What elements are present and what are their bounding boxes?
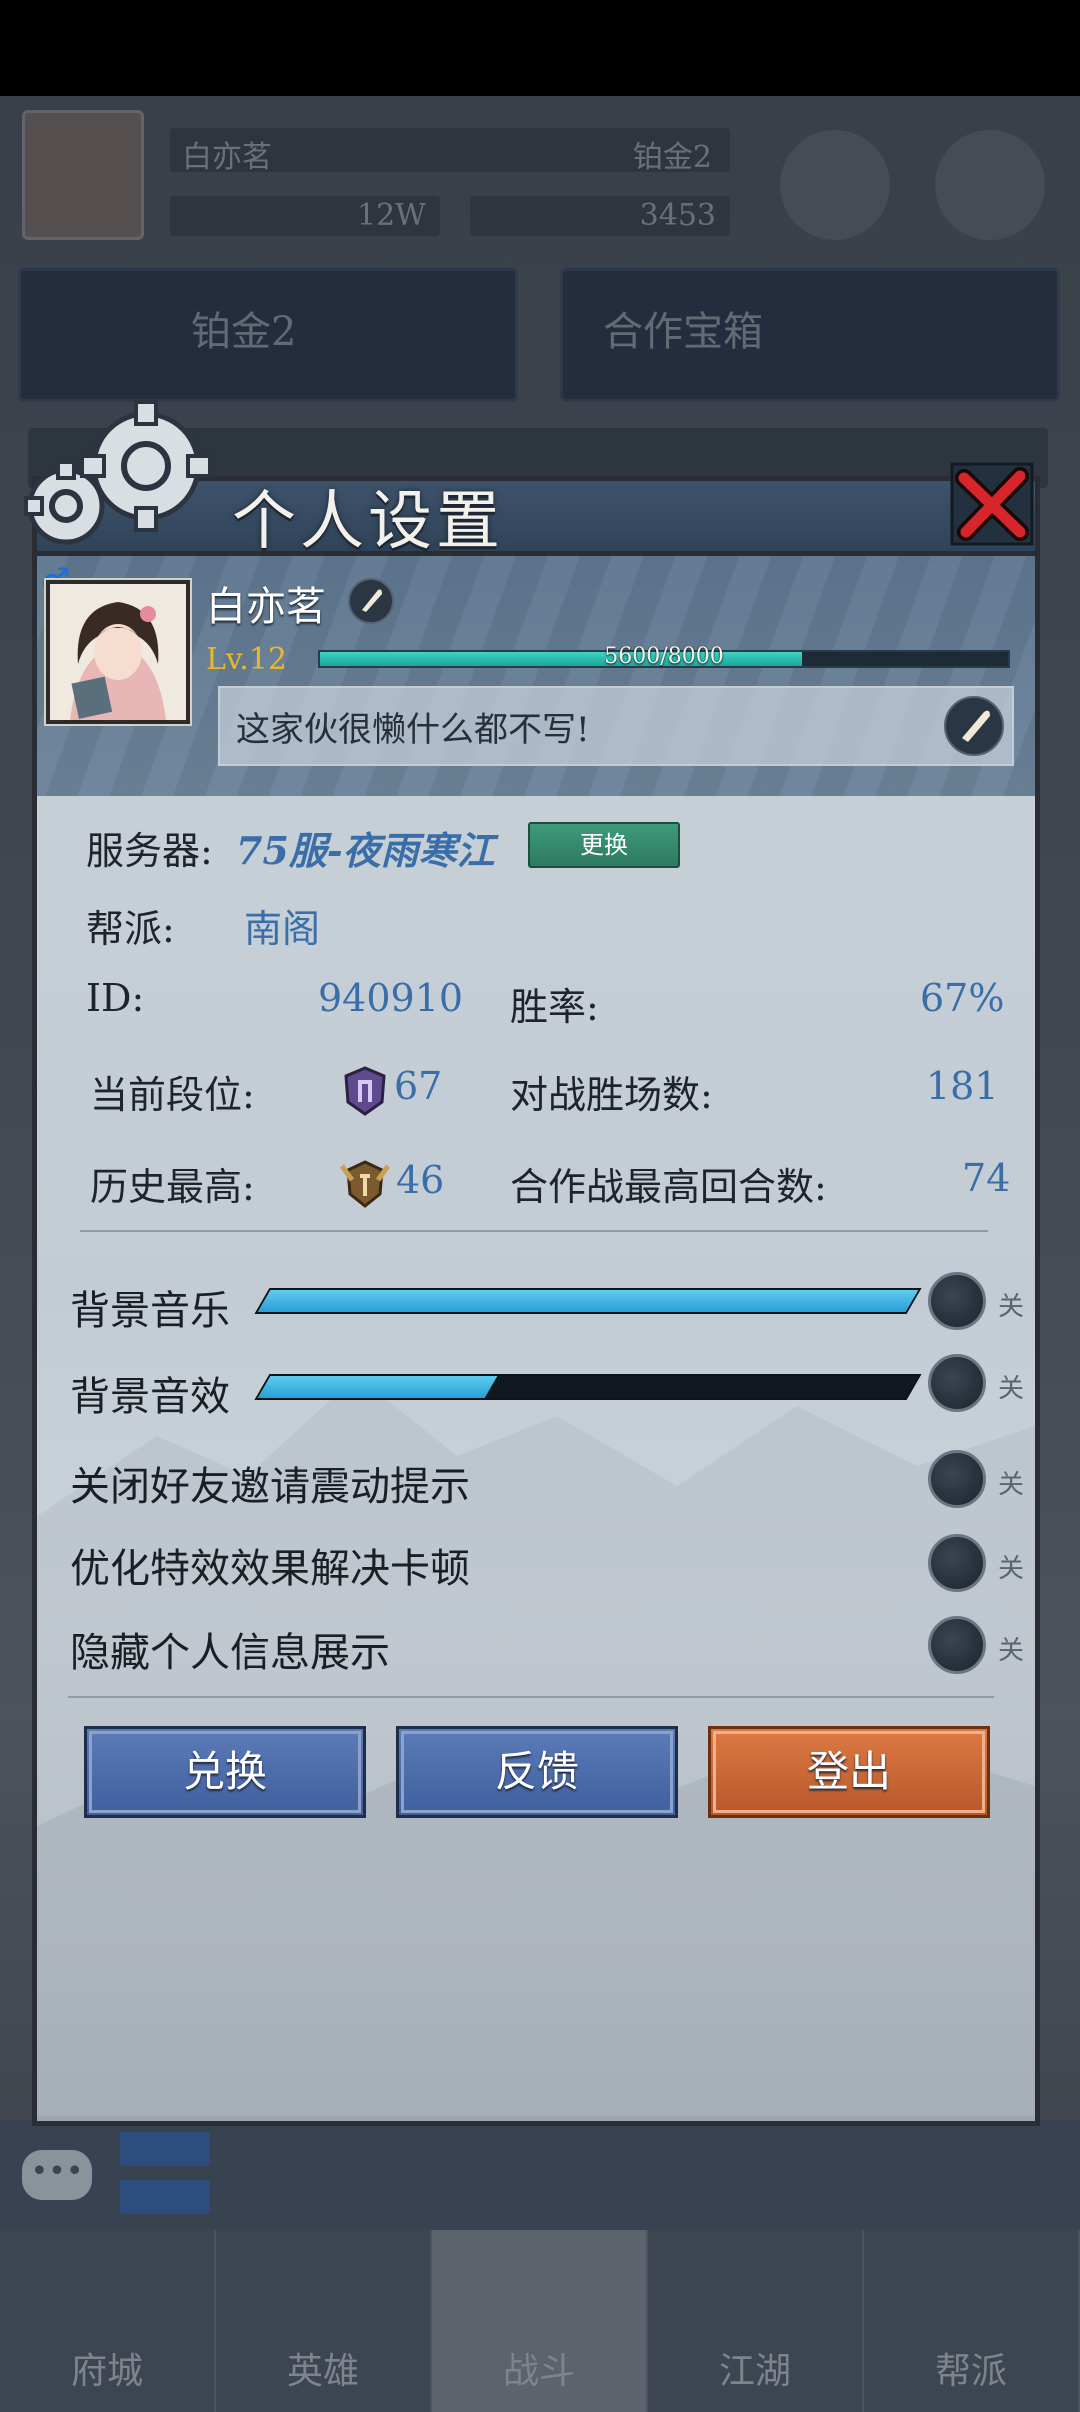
nav-label: 战斗 (502, 2351, 575, 2392)
signature-text: 这家伙很懒什么都不写! (236, 710, 590, 750)
chat-channel-tag (120, 2132, 210, 2166)
panel-title: 个人设置 (232, 485, 504, 559)
current-rank-value: 67 (394, 1064, 443, 1108)
bottom-nav: 府城 英雄 战斗 江湖 帮派 (0, 2230, 1080, 2412)
nav-label: 府城 (70, 2351, 143, 2392)
nav-item-city[interactable]: 府城 (0, 2230, 216, 2412)
nav-item-battle[interactable]: 战斗 (432, 2230, 648, 2412)
divider (68, 1696, 994, 1698)
chat-bubble-icon[interactable]: ••• (22, 2150, 92, 2200)
rank-badge-icon (344, 1066, 386, 1116)
best-rank-label: 历史最高: (90, 1165, 255, 1209)
vibration-toggle[interactable] (928, 1450, 986, 1508)
best-rank-value: 46 (396, 1158, 445, 1202)
wins-value: 181 (926, 1064, 999, 1108)
guild-value: 南阁 (244, 907, 321, 951)
music-slider-fill (257, 1290, 919, 1312)
change-server-button[interactable]: 更换 (528, 822, 680, 868)
nav-item-jianghu[interactable]: 江湖 (648, 2230, 864, 2412)
server-label: 服务器: (86, 829, 213, 873)
edit-signature-icon[interactable] (944, 696, 1004, 756)
sfx-toggle-state: 关 (998, 1374, 1025, 1404)
hide-info-toggle-state: 关 (998, 1636, 1025, 1666)
chat-channel-tag (120, 2180, 210, 2214)
nav-label: 帮派 (934, 2351, 1007, 2392)
player-name: 白亦茗 (206, 584, 326, 630)
feedback-button[interactable]: 反馈 (396, 1726, 678, 1818)
id-value: 940910 (318, 976, 464, 1020)
sfx-slider[interactable] (254, 1374, 922, 1400)
winrate-value: 67% (920, 976, 1005, 1020)
gear-icon (24, 400, 212, 545)
avatar[interactable] (44, 578, 192, 726)
nav-item-heroes[interactable]: 英雄 (216, 2230, 432, 2412)
current-rank-label: 当前段位: (90, 1073, 255, 1117)
music-slider[interactable] (254, 1288, 922, 1314)
chat-line (120, 2132, 900, 2172)
hide-info-toggle[interactable] (928, 1616, 986, 1674)
sfx-label: 背景音效 (70, 1374, 230, 1420)
close-icon[interactable] (950, 462, 1034, 546)
best-rank-badge-icon (339, 1160, 391, 1208)
nav-label: 英雄 (286, 2351, 359, 2392)
chat-line (120, 2180, 900, 2220)
coop-rounds-value: 74 (962, 1156, 1011, 1200)
winrate-label: 胜率: (510, 985, 599, 1029)
sfx-slider-fill (257, 1376, 498, 1398)
exp-bar: 5600/8000 (318, 644, 1010, 669)
sfx-toggle[interactable] (928, 1354, 986, 1412)
vibration-label: 关闭好友邀请震动提示 (70, 1464, 470, 1510)
status-bar (0, 0, 1080, 96)
coop-rounds-label: 合作战最高回合数: (510, 1165, 827, 1209)
wins-label: 对战胜场数: (510, 1073, 713, 1117)
hide-info-label: 隐藏个人信息展示 (70, 1630, 390, 1676)
optimize-toggle[interactable] (928, 1534, 986, 1592)
music-toggle[interactable] (928, 1272, 986, 1330)
chat-strip: ••• (0, 2120, 1080, 2230)
player-level: Lv.12 (206, 642, 288, 677)
logout-button[interactable]: 登出 (708, 1726, 990, 1818)
edit-name-icon[interactable] (348, 578, 394, 624)
optimize-toggle-state: 关 (998, 1554, 1025, 1584)
vibration-toggle-state: 关 (998, 1470, 1025, 1500)
music-toggle-state: 关 (998, 1292, 1025, 1322)
id-label: ID: (86, 976, 145, 1020)
guild-label: 帮派: (86, 907, 175, 951)
divider (80, 1230, 988, 1232)
server-value: 75服-夜雨寒江 (236, 828, 495, 873)
redeem-button[interactable]: 兑换 (84, 1726, 366, 1818)
exp-text: 5600/8000 (604, 644, 724, 669)
music-label: 背景音乐 (70, 1288, 230, 1334)
nav-label: 江湖 (718, 2351, 791, 2392)
nav-item-guild[interactable]: 帮派 (864, 2230, 1080, 2412)
optimize-label: 优化特效效果解决卡顿 (70, 1546, 470, 1592)
